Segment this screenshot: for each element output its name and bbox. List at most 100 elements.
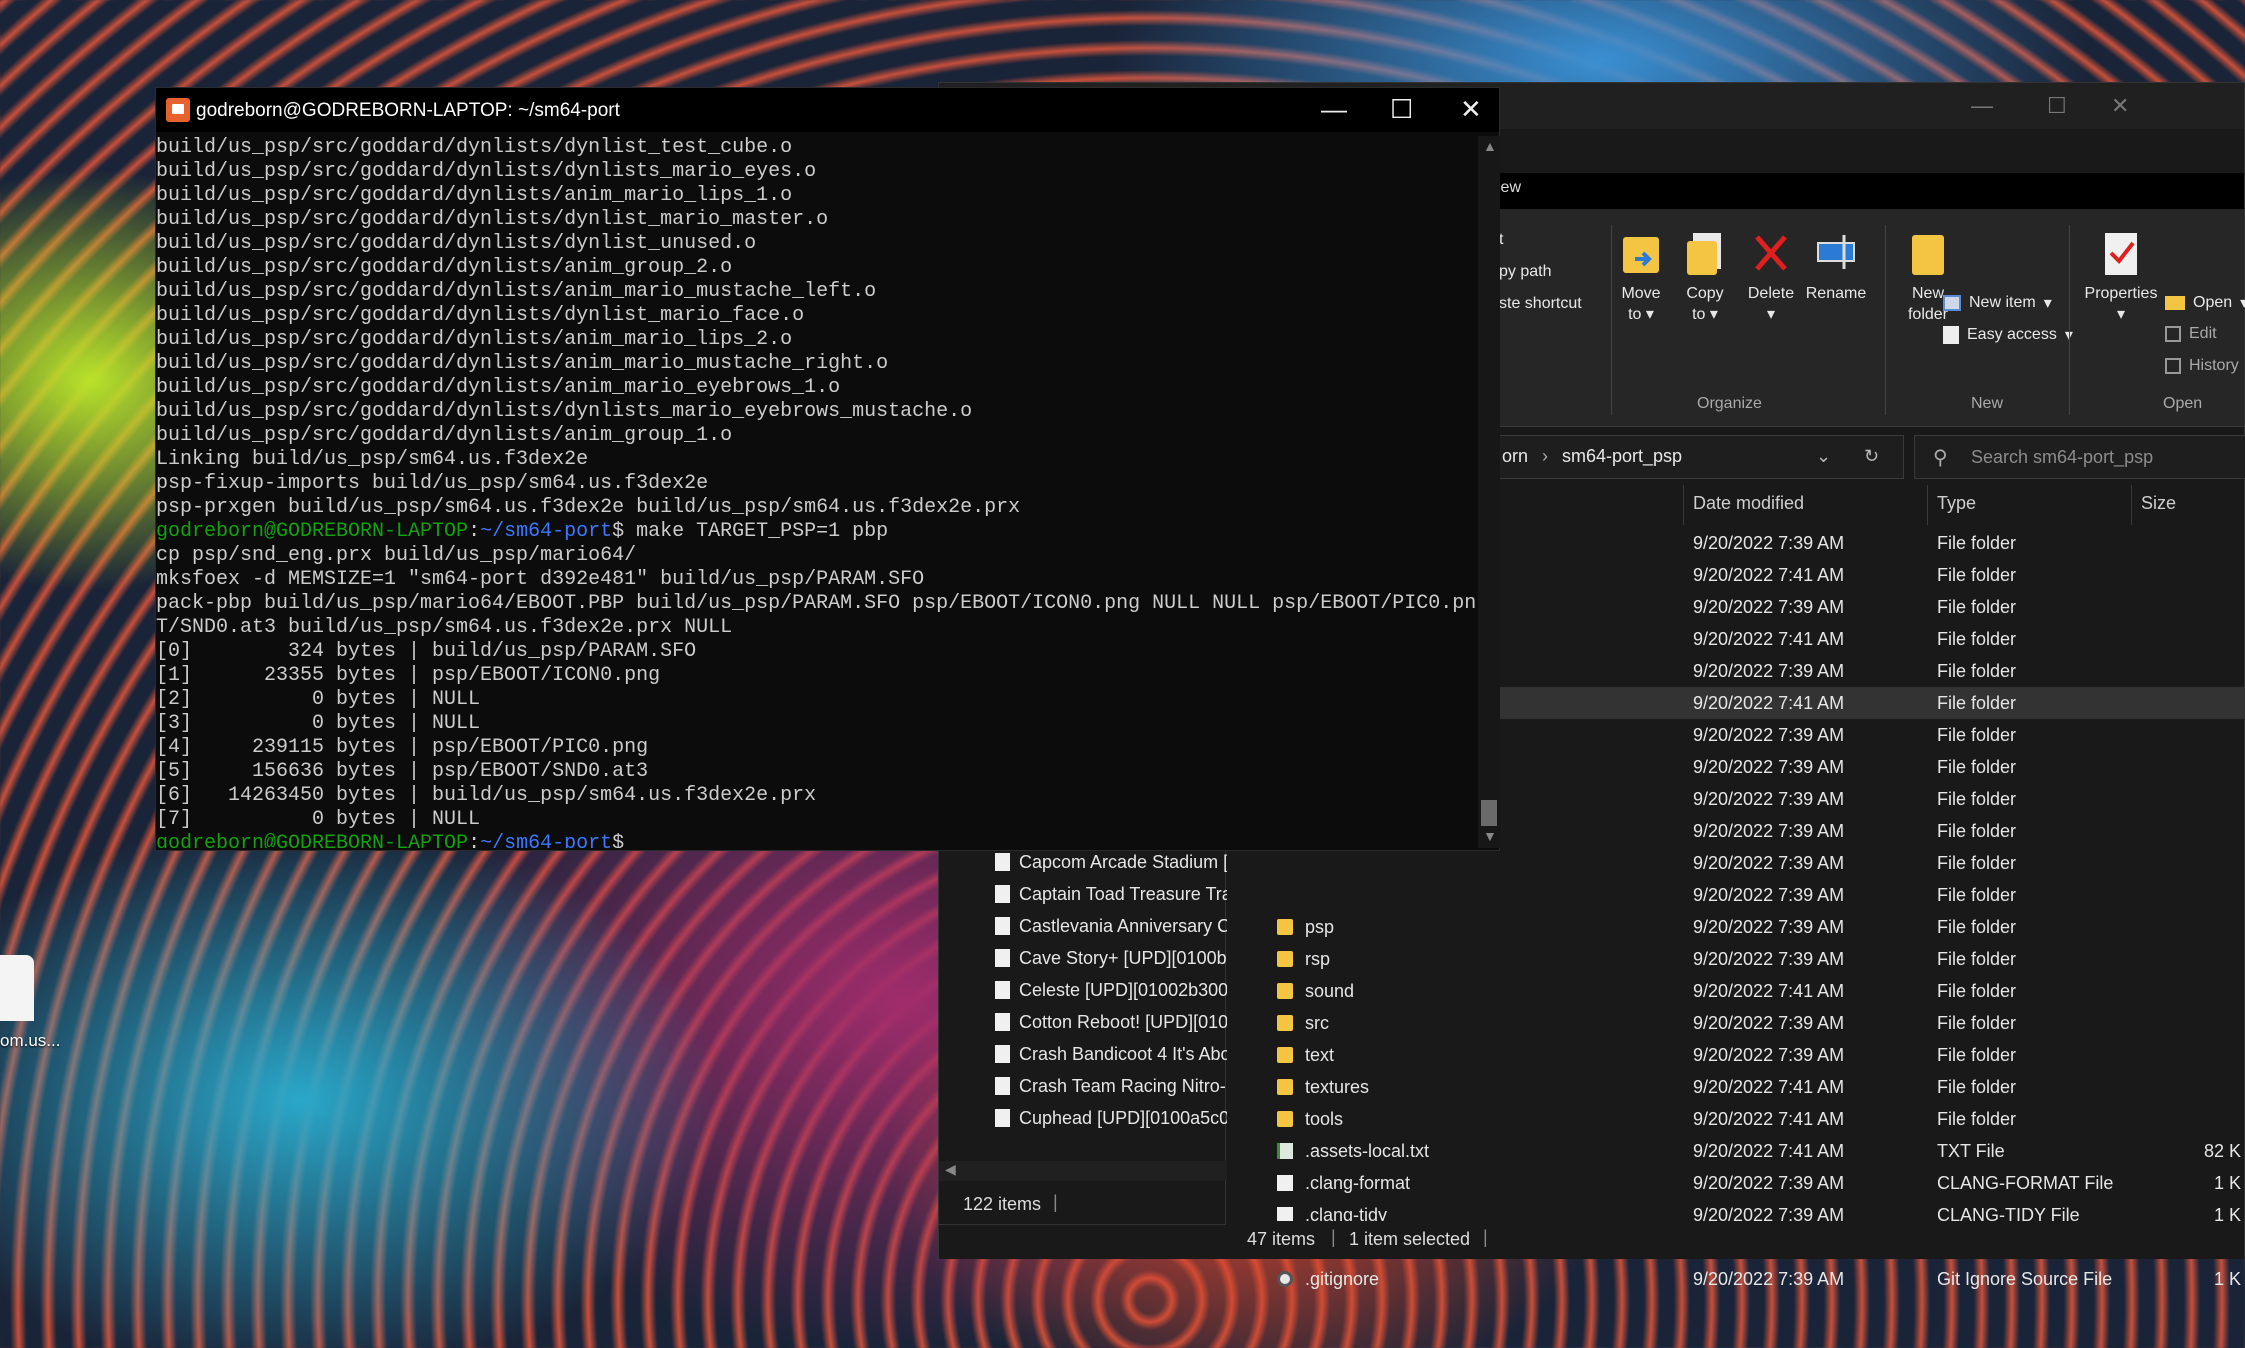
refresh-icon[interactable]: ↻	[1864, 446, 1879, 467]
file-type: File folder	[1937, 533, 2017, 553]
file-type: File folder	[1937, 725, 2017, 745]
terminal-line: build/us_psp/src/goddard/dynlists/anim_m…	[156, 352, 1476, 376]
tab-view[interactable]: iew	[1497, 179, 1521, 197]
edit-button[interactable]: Edit	[2165, 325, 2217, 343]
file-type: File folder	[1937, 885, 2017, 905]
date-modified: 9/20/2022 7:39 AM	[1693, 757, 1845, 777]
file-type: File folder	[1937, 629, 2017, 649]
item-name: Celeste [UPD][01002b3002	[1019, 980, 1227, 1000]
list-item[interactable]: Crash Bandicoot 4 It's Abo	[939, 1038, 1227, 1070]
date-modified: 9/20/2022 7:41 AM	[1693, 1141, 1845, 1161]
list-item[interactable]: Celeste [UPD][01002b3002	[939, 974, 1227, 1006]
edit-icon	[2165, 326, 2181, 342]
terminal-line: [4] 239115 bytes | psp/EBOOT/PIC0.png	[156, 736, 1476, 760]
copy-path-button[interactable]: py path	[1499, 263, 1551, 281]
maximize-icon[interactable]: ☐	[2047, 93, 2067, 119]
terminal-line: build/us_psp/src/goddard/dynlists/dynlis…	[156, 304, 1476, 328]
minimize-icon[interactable]: —	[1971, 93, 1993, 119]
status-bar: 122 items |	[939, 1186, 1227, 1224]
terminal-line: build/us_psp/src/goddard/dynlists/anim_g…	[156, 424, 1476, 448]
list-item[interactable]: Cuphead [UPD][0100a5c00	[939, 1102, 1227, 1134]
copy-to-button[interactable]: Copy to ▾	[1675, 229, 1735, 325]
search-box[interactable]: ⚲ Search sm64-port_psp	[1914, 435, 2245, 479]
date-modified: 9/20/2022 7:41 AM	[1693, 1109, 1845, 1129]
scroll-left-icon[interactable]: ◀	[945, 1161, 956, 1178]
copy-to-icon	[1687, 233, 1721, 275]
line-text: psp-fixup-imports build/us_psp/sm64.us.f…	[156, 472, 709, 495]
ribbon-group-new: New	[1971, 395, 2004, 412]
date-modified: 9/20/2022 7:39 AM	[1693, 853, 1845, 873]
terminal-output[interactable]: build/us_psp/src/goddard/dynlists/dynlis…	[156, 136, 1476, 848]
scroll-down-icon[interactable]: ▼	[1483, 828, 1497, 844]
folder-icon	[1277, 919, 1293, 935]
table-row[interactable]: .gitignore 9/20/2022 7:39 AM Git Ignore So…	[939, 1263, 2244, 1295]
new-folder-icon	[1912, 235, 1944, 275]
date-modified: 9/20/2022 7:39 AM	[1693, 725, 1845, 745]
terminal-line: mksfoex -d MEMSIZE=1 "sm64-port d392e481…	[156, 568, 1476, 592]
delete-button[interactable]: Delete ▾	[1743, 229, 1799, 325]
file-type: File folder	[1937, 597, 2017, 617]
terminal-scrollbar[interactable]: ▲ ▼	[1478, 136, 1500, 848]
line-text: pack-pbp build/us_psp/mario64/EBOOT.PBP …	[156, 592, 1476, 615]
move-to-button[interactable]: Move to ▾	[1611, 229, 1671, 325]
chevron-down-icon[interactable]: ⌄	[1816, 446, 1831, 467]
line-text: build/us_psp/src/goddard/dynlists/dynlis…	[156, 232, 757, 255]
close-icon[interactable]: ✕	[2111, 93, 2129, 119]
item-name: Crash Team Racing Nitro-F	[1019, 1076, 1227, 1096]
new-item-button[interactable]: New item ▾	[1943, 293, 2052, 313]
date-modified: 9/20/2022 7:39 AM	[1693, 661, 1845, 681]
line-text: [2] 0 bytes | NULL	[156, 688, 481, 711]
line-text: [3] 0 bytes | NULL	[156, 712, 481, 735]
folder-icon	[1277, 951, 1293, 967]
horizontal-scrollbar[interactable]: ◀	[939, 1161, 1227, 1181]
date-modified: 9/20/2022 7:39 AM	[1693, 1269, 1845, 1289]
terminal-line: build/us_psp/src/goddard/dynlists/dynlis…	[156, 400, 1476, 424]
breadcrumb-current[interactable]: sm64-port_psp	[1562, 446, 1682, 467]
file-icon	[995, 853, 1010, 871]
column-separator[interactable]	[1927, 485, 1928, 525]
file-type: File folder	[1937, 917, 2017, 937]
prompt-path: ~/sm64-port	[480, 520, 613, 543]
properties-button[interactable]: Properties ▾	[2079, 229, 2163, 325]
item-name: Cave Story+ [UPD][0100b7	[1019, 948, 1227, 968]
terminal-title-bar[interactable]: godreborn@GODREBORN-LAPTOP: ~/sm64-port …	[156, 88, 1499, 132]
history-button[interactable]: History	[2165, 357, 2239, 375]
easy-access-button[interactable]: Easy access ▾	[1943, 325, 2073, 345]
rename-button[interactable]: Rename	[1803, 229, 1869, 304]
file-type: File folder	[1937, 757, 2017, 777]
close-icon[interactable]: ✕	[1460, 94, 1482, 125]
column-separator[interactable]	[2131, 485, 2132, 525]
list-item[interactable]: Cotton Reboot! [UPD][010	[939, 1006, 1227, 1038]
file-type: File folder	[1937, 565, 2017, 585]
list-item[interactable]: Castlevania Anniversary Co	[939, 910, 1227, 942]
status-bar: 47 items | 1 item selected |	[939, 1221, 2244, 1259]
list-item[interactable]: Captain Toad Treasure Trac	[939, 878, 1227, 910]
maximize-icon[interactable]: ☐	[1390, 94, 1413, 125]
scroll-up-icon[interactable]: ▲	[1483, 138, 1497, 154]
terminal-line: [2] 0 bytes | NULL	[156, 688, 1476, 712]
git-file-icon	[1277, 1271, 1293, 1287]
scrollbar-thumb[interactable]	[1481, 800, 1497, 826]
file-type: File folder	[1937, 949, 2017, 969]
line-text: [6] 14263450 bytes | build/us_psp/sm64.u…	[156, 784, 817, 807]
line-text: build/us_psp/src/goddard/dynlists/anim_m…	[156, 352, 889, 375]
breadcrumb-parent[interactable]: orn	[1502, 446, 1528, 467]
file-type: File folder	[1937, 693, 2017, 713]
open-button[interactable]: Open ▾	[2165, 293, 2245, 313]
line-text: [0] 324 bytes | build/us_psp/PARAM.SFO	[156, 640, 697, 663]
folder-icon	[1277, 1111, 1293, 1127]
search-placeholder: Search sm64-port_psp	[1971, 447, 2154, 467]
terminal-line: build/us_psp/src/goddard/dynlists/dynlis…	[156, 160, 1476, 184]
column-separator[interactable]	[1683, 485, 1684, 525]
desktop-file-icon[interactable]: om.us...	[0, 955, 70, 1065]
minimize-icon[interactable]: —	[1321, 94, 1347, 125]
date-modified: 9/20/2022 7:41 AM	[1693, 629, 1845, 649]
terminal-line: [3] 0 bytes | NULL	[156, 712, 1476, 736]
line-text: build/us_psp/src/goddard/dynlists/dynlis…	[156, 160, 817, 183]
list-item[interactable]: Crash Team Racing Nitro-F	[939, 1070, 1227, 1102]
list-item[interactable]: Cave Story+ [UPD][0100b7	[939, 942, 1227, 974]
paste-shortcut-button[interactable]: ste shortcut	[1499, 295, 1582, 313]
file-name: .assets-local.txt	[1305, 1141, 1430, 1161]
line-text: cp psp/snd_eng.prx build/us_psp/mario64/	[156, 544, 637, 567]
terminal-line: build/us_psp/src/goddard/dynlists/anim_m…	[156, 328, 1476, 352]
